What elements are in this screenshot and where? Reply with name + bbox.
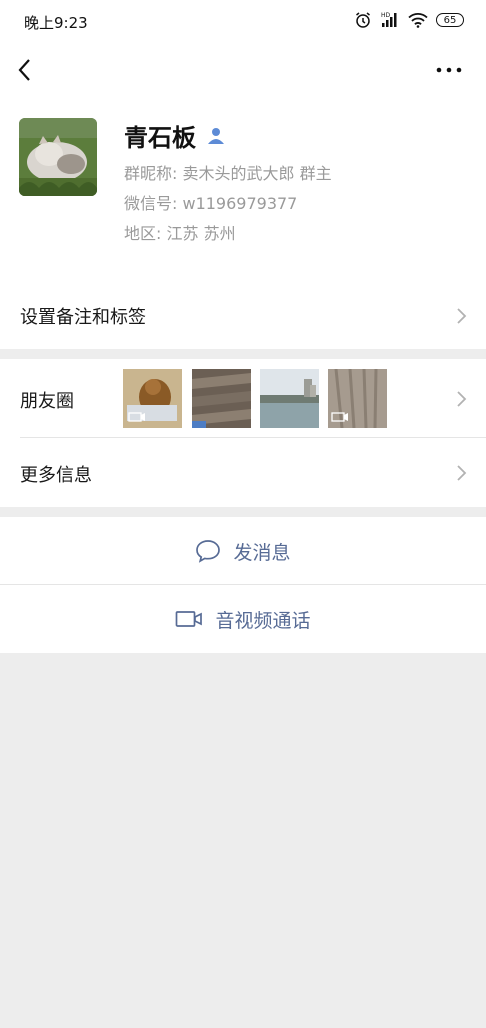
moments-thumb-1 [123, 369, 182, 428]
battery-level: 65 [443, 14, 457, 26]
status-bar: 晚上9:23 HD 65 [0, 0, 486, 44]
avatar[interactable] [19, 118, 97, 196]
chevron-left-icon[interactable] [14, 56, 38, 84]
remark-tags-label: 设置备注和标签 [20, 307, 146, 328]
video-call-button[interactable]: 音视频通话 [0, 585, 486, 653]
video-call-label: 音视频通话 [215, 609, 311, 632]
moments-label: 朋友圈 [20, 391, 74, 412]
video-camera-icon [176, 611, 203, 627]
remark-tags-row[interactable]: 设置备注和标签 [0, 282, 486, 349]
name-row: 青石板 [124, 118, 226, 153]
send-message-button[interactable]: 发消息 [0, 517, 486, 585]
signal-icon: HD [381, 12, 397, 27]
chat-bubble-icon [196, 540, 221, 563]
profile-card: 青石板 群昵称: 卖木头的武大郎 群主 微信号: w1196979377 地区:… [0, 96, 486, 282]
moments-thumb-2 [192, 369, 251, 428]
person-icon [208, 127, 224, 144]
send-message-label: 发消息 [233, 541, 291, 564]
moments-row[interactable]: 朋友圈 [0, 359, 486, 438]
alarm-icon [356, 12, 370, 28]
group-nickname: 群昵称: 卖木头的武大郎 群主 [124, 164, 332, 183]
nav-bar [0, 44, 486, 96]
more-dots-icon[interactable] [434, 58, 464, 82]
contact-name: 青石板 [124, 124, 196, 152]
svg-text:HD: HD [381, 12, 391, 19]
wifi-icon [408, 13, 428, 28]
more-info-label: 更多信息 [20, 465, 92, 486]
chevron-right-icon [457, 465, 467, 481]
chevron-right-icon [457, 308, 467, 324]
battery-icon: 65 [436, 13, 464, 27]
region: 地区: 江苏 苏州 [124, 224, 236, 243]
more-info-row[interactable]: 更多信息 [0, 438, 486, 507]
status-time: 晚上9:23 [24, 14, 88, 32]
moments-thumb-3 [260, 369, 319, 428]
wechat-id: 微信号: w1196979377 [124, 194, 298, 213]
moments-thumb-4 [328, 369, 387, 428]
chevron-right-icon [457, 391, 467, 407]
status-icons: HD 65 [354, 11, 464, 29]
